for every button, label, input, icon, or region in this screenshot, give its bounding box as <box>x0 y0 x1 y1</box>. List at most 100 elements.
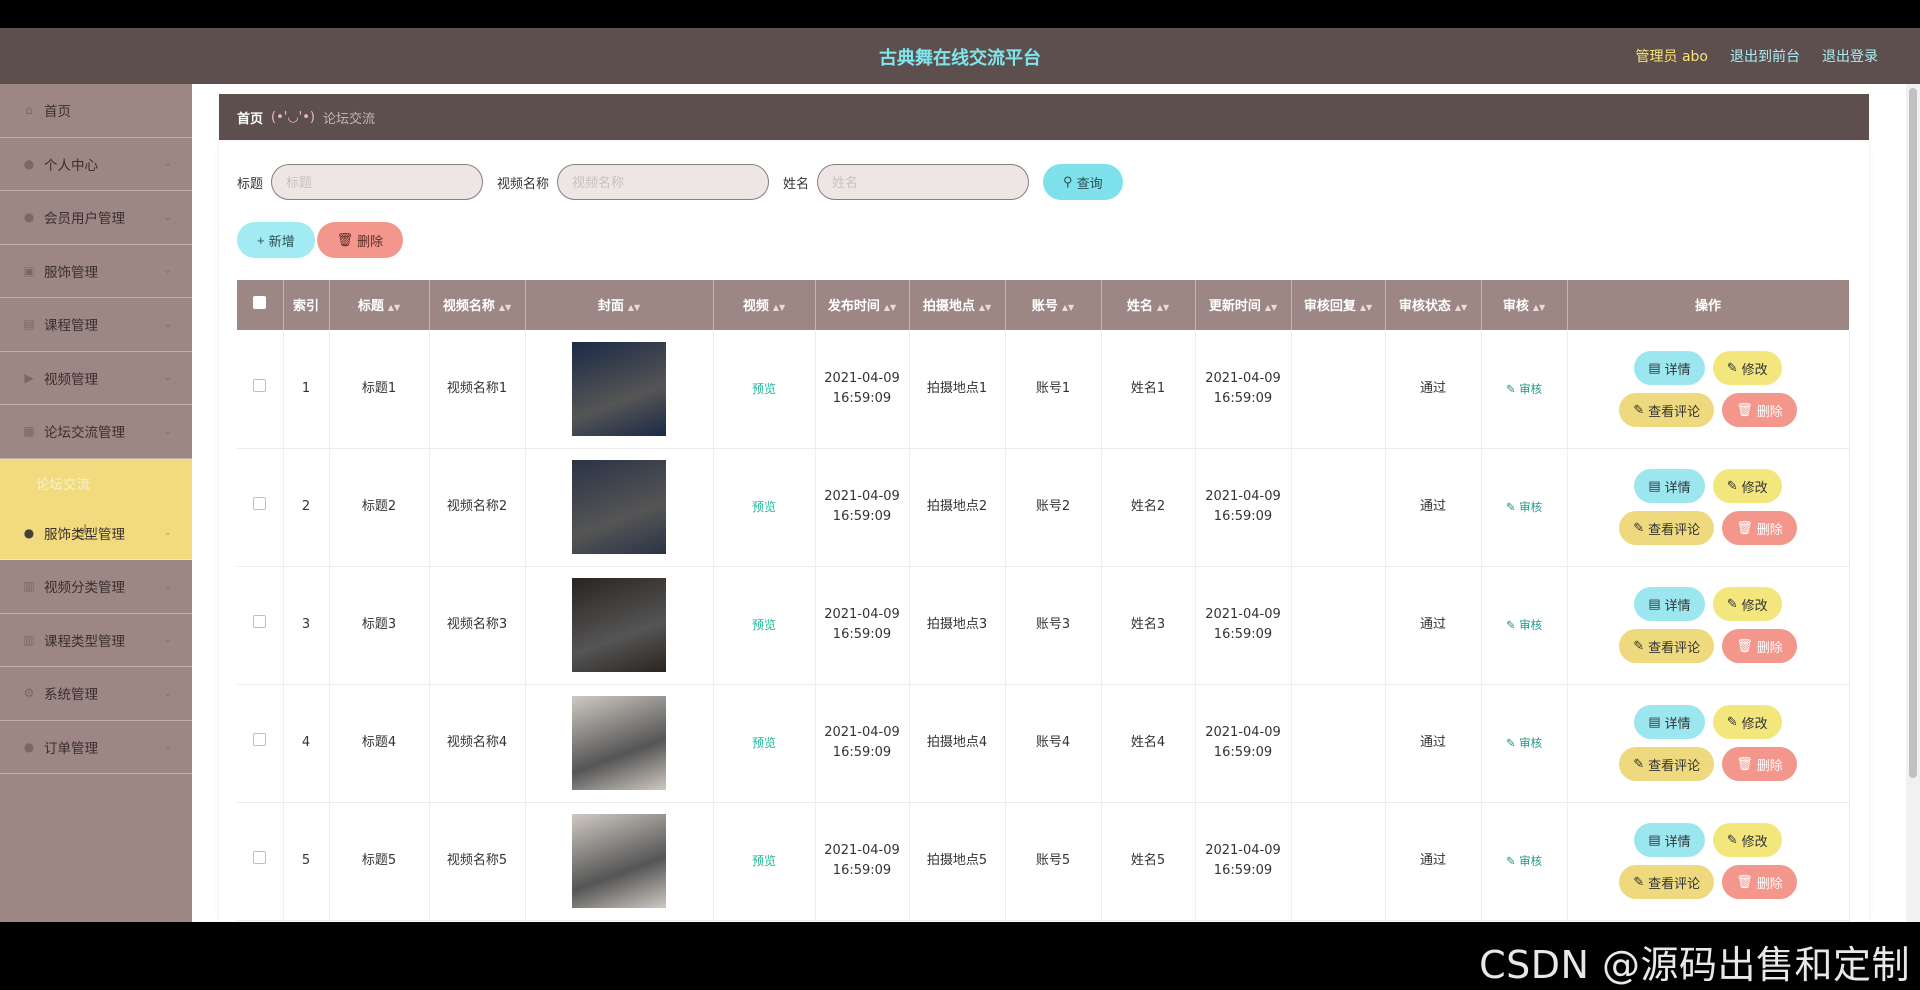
delete-button[interactable]: 🗑 删除 <box>1722 511 1797 545</box>
sidebar-subitem[interactable]: 论坛交流 <box>0 458 192 507</box>
view-comments-button[interactable]: ✎ 查看评论 <box>1619 511 1715 545</box>
batch-delete-button[interactable]: 🗑 删除 <box>316 222 404 258</box>
delete-button[interactable]: 🗑 删除 <box>1722 747 1797 781</box>
column-header[interactable]: 姓名 ▲▼ <box>1101 280 1196 331</box>
sidebar-item[interactable]: ▤ 课程管理 ⌄ <box>0 298 192 352</box>
audit-link[interactable]: ✎ 审核 <box>1506 854 1542 868</box>
column-header[interactable]: 审核状态 ▲▼ <box>1385 280 1482 331</box>
row-checkbox[interactable] <box>253 379 267 392</box>
name-search-input[interactable] <box>817 164 1030 200</box>
sidebar-item[interactable]: ▥ 视频分类管理 ⌄ <box>0 560 192 614</box>
detail-button[interactable]: ▤ 详情 <box>1634 823 1705 857</box>
view-comments-button[interactable]: ✎ 查看评论 <box>1619 393 1715 427</box>
row-select-cell[interactable] <box>237 684 284 803</box>
sort-icon[interactable]: ▲▼ <box>628 303 640 312</box>
cover-image[interactable] <box>572 814 666 908</box>
audit-link[interactable]: ✎ 审核 <box>1506 618 1542 632</box>
column-header[interactable]: 标题 ▲▼ <box>329 280 430 331</box>
detail-button[interactable]: ▤ 详情 <box>1634 705 1705 739</box>
row-checkbox[interactable] <box>253 615 267 628</box>
breadcrumb-home[interactable]: 首页 <box>237 108 263 127</box>
video-preview-link[interactable]: 预览 <box>752 618 776 632</box>
column-header[interactable]: 审核 ▲▼ <box>1481 280 1568 331</box>
audit-link[interactable]: ✎ 审核 <box>1506 736 1542 750</box>
row-select-cell[interactable] <box>237 566 284 685</box>
logout-link[interactable]: 退出登录 <box>1822 46 1878 66</box>
edit-button[interactable]: ✎ 修改 <box>1712 351 1782 385</box>
column-header[interactable]: 审核回复 ▲▼ <box>1291 280 1386 331</box>
sidebar-item[interactable]: ▦ 论坛交流管理 ⌄ <box>0 405 192 459</box>
video-preview-link[interactable]: 预览 <box>752 854 776 868</box>
update-time-cell: 2021-04-09 16:59:09 <box>1195 566 1292 685</box>
delete-button[interactable]: 🗑 删除 <box>1722 393 1797 427</box>
sort-icon[interactable]: ▲▼ <box>388 303 400 312</box>
cover-image[interactable] <box>572 578 666 672</box>
column-header[interactable]: 发布时间 ▲▼ <box>815 280 910 331</box>
sort-icon[interactable]: ▲▼ <box>884 303 896 312</box>
video-preview-link[interactable]: 预览 <box>752 500 776 514</box>
sidebar-item[interactable]: ● 服饰类型管理 ⌄ <box>0 506 192 560</box>
view-comments-button[interactable]: ✎ 查看评论 <box>1619 865 1715 899</box>
scrollbar-thumb[interactable] <box>1909 88 1917 778</box>
video-preview-link[interactable]: 预览 <box>752 382 776 396</box>
video-name-search-input[interactable] <box>557 164 770 200</box>
delete-button[interactable]: 🗑 删除 <box>1722 629 1797 663</box>
sort-icon[interactable]: ▲▼ <box>499 303 511 312</box>
sidebar-item[interactable]: ⚙ 系统管理 ⌄ <box>0 667 192 721</box>
select-all-checkbox[interactable] <box>253 296 267 310</box>
select-all-cell[interactable] <box>237 280 284 331</box>
detail-button[interactable]: ▤ 详情 <box>1634 351 1705 385</box>
page-scrollbar[interactable] <box>1906 84 1920 922</box>
column-header[interactable]: 视频 ▲▼ <box>713 280 816 331</box>
cover-image[interactable] <box>572 460 666 554</box>
sidebar-item[interactable]: ● 订单管理 ⌄ <box>0 721 192 774</box>
sort-icon[interactable]: ▲▼ <box>1062 303 1074 312</box>
row-title: 标题5 <box>361 853 397 868</box>
column-header[interactable]: 封面 ▲▼ <box>525 280 714 331</box>
column-header[interactable]: 更新时间 ▲▼ <box>1195 280 1292 331</box>
sort-icon[interactable]: ▲▼ <box>979 303 991 312</box>
audit-link[interactable]: ✎ 审核 <box>1506 500 1542 514</box>
edit-button[interactable]: ✎ 修改 <box>1712 823 1782 857</box>
edit-button[interactable]: ✎ 修改 <box>1712 469 1782 503</box>
sort-icon[interactable]: ▲▼ <box>1360 303 1372 312</box>
title-search-input[interactable] <box>271 164 484 200</box>
audit-link[interactable]: ✎ 审核 <box>1506 382 1542 396</box>
detail-button[interactable]: ▤ 详情 <box>1634 587 1705 621</box>
row-checkbox[interactable] <box>253 851 267 864</box>
sort-icon[interactable]: ▲▼ <box>1157 303 1169 312</box>
column-header[interactable]: 账号 ▲▼ <box>1005 280 1102 331</box>
query-button[interactable]: ⚲ 查询 <box>1043 164 1123 200</box>
add-button[interactable]: + 新增 <box>237 222 315 258</box>
view-comments-button[interactable]: ✎ 查看评论 <box>1619 747 1715 781</box>
column-header[interactable]: 视频名称 ▲▼ <box>429 280 526 331</box>
sort-icon[interactable]: ▲▼ <box>1265 303 1277 312</box>
view-comments-button-label: 查看评论 <box>1648 639 1701 655</box>
sort-icon[interactable]: ▲▼ <box>1533 303 1545 312</box>
publish-clock: 16:59:09 <box>832 863 892 878</box>
video-preview-link[interactable]: 预览 <box>752 736 776 750</box>
sidebar-item[interactable]: ● 个人中心 ⌄ <box>0 138 192 191</box>
row-checkbox[interactable] <box>253 733 267 746</box>
sidebar-item[interactable]: ● 会员用户管理 ⌄ <box>0 191 192 245</box>
row-select-cell[interactable] <box>237 448 284 567</box>
column-header[interactable]: 拍摄地点 ▲▼ <box>909 280 1006 331</box>
row-checkbox[interactable] <box>253 497 267 510</box>
row-select-cell[interactable] <box>237 330 284 449</box>
sort-icon[interactable]: ▲▼ <box>1455 303 1467 312</box>
sidebar-item[interactable]: ▥ 课程类型管理 ⌄ <box>0 614 192 667</box>
edit-button[interactable]: ✎ 修改 <box>1712 587 1782 621</box>
edit-button[interactable]: ✎ 修改 <box>1712 705 1782 739</box>
sidebar-item[interactable]: ▶ 视频管理 ⌄ <box>0 352 192 405</box>
sidebar-item[interactable]: ▣ 服饰管理 ⌄ <box>0 245 192 298</box>
cover-image[interactable] <box>572 696 666 790</box>
delete-button[interactable]: 🗑 删除 <box>1722 865 1797 899</box>
to-front-link[interactable]: 退出到前台 <box>1730 46 1800 66</box>
sidebar-item[interactable]: ⌂ 首页 <box>0 84 192 138</box>
breadcrumb-separator: (•'◡'•) <box>271 109 315 125</box>
sort-icon[interactable]: ▲▼ <box>773 303 785 312</box>
row-select-cell[interactable] <box>237 802 284 921</box>
view-comments-button[interactable]: ✎ 查看评论 <box>1619 629 1715 663</box>
detail-button[interactable]: ▤ 详情 <box>1634 469 1705 503</box>
cover-image[interactable] <box>572 342 666 436</box>
